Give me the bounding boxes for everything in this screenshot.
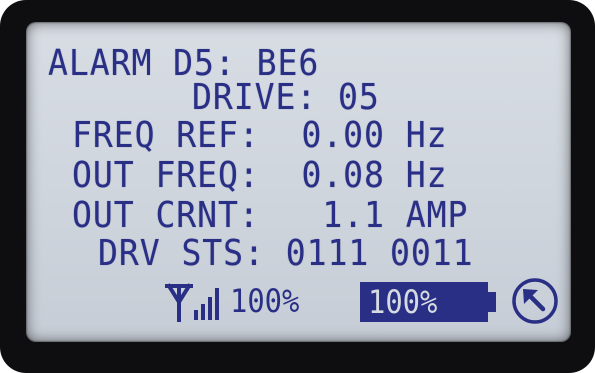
out-freq-line: OUT FREQ: 0.08 Hz [72, 155, 448, 196]
antenna-signal-icon [165, 283, 219, 322]
battery-terminal [488, 292, 496, 312]
battery-level-value: 100% [368, 283, 438, 321]
battery-icon: 100% [360, 282, 488, 322]
lcd-screen: ALARM D5: BE6 DRIVE: 05 FREQ REF: 0.00 H… [26, 22, 571, 342]
signal-strength-value: 100% [230, 282, 300, 320]
display-bezel: ALARM D5: BE6 DRIVE: 05 FREQ REF: 0.00 H… [0, 0, 595, 373]
arrow-up-left-circle-icon[interactable] [510, 276, 560, 326]
status-bar: 100% 100% [164, 274, 564, 328]
out-crnt-line: OUT CRNT: 1.1 AMP [72, 195, 469, 236]
drive-line: DRIVE: 05 [192, 77, 380, 118]
drv-sts-line: DRV STS: 0111 0011 [98, 233, 474, 274]
freq-ref-line: FREQ REF: 0.00 Hz [72, 115, 448, 156]
